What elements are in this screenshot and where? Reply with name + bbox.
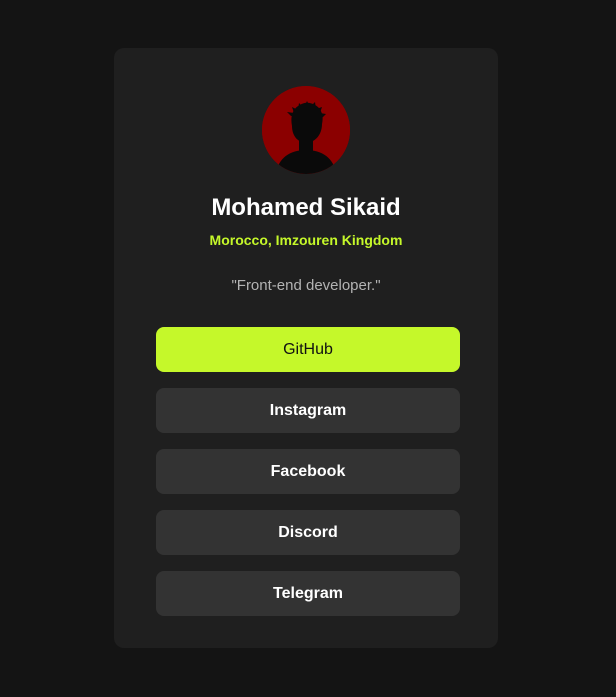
discord-link-button[interactable]: Discord: [156, 510, 460, 555]
profile-bio: "Front-end developer.": [231, 277, 381, 294]
profile-location: Morocco, Imzouren Kingdom: [209, 232, 403, 248]
facebook-link-button[interactable]: Facebook: [156, 449, 460, 494]
social-links: GitHub Instagram Facebook Discord Telegr…: [156, 327, 460, 632]
telegram-link-button[interactable]: Telegram: [156, 571, 460, 616]
profile-card: Mohamed Sikaid Morocco, Imzouren Kingdom…: [114, 48, 498, 648]
person-silhouette-icon: [262, 86, 350, 174]
avatar: [262, 86, 350, 174]
profile-name: Mohamed Sikaid: [211, 194, 401, 221]
instagram-link-button[interactable]: Instagram: [156, 388, 460, 433]
github-link-button[interactable]: GitHub: [156, 327, 460, 372]
